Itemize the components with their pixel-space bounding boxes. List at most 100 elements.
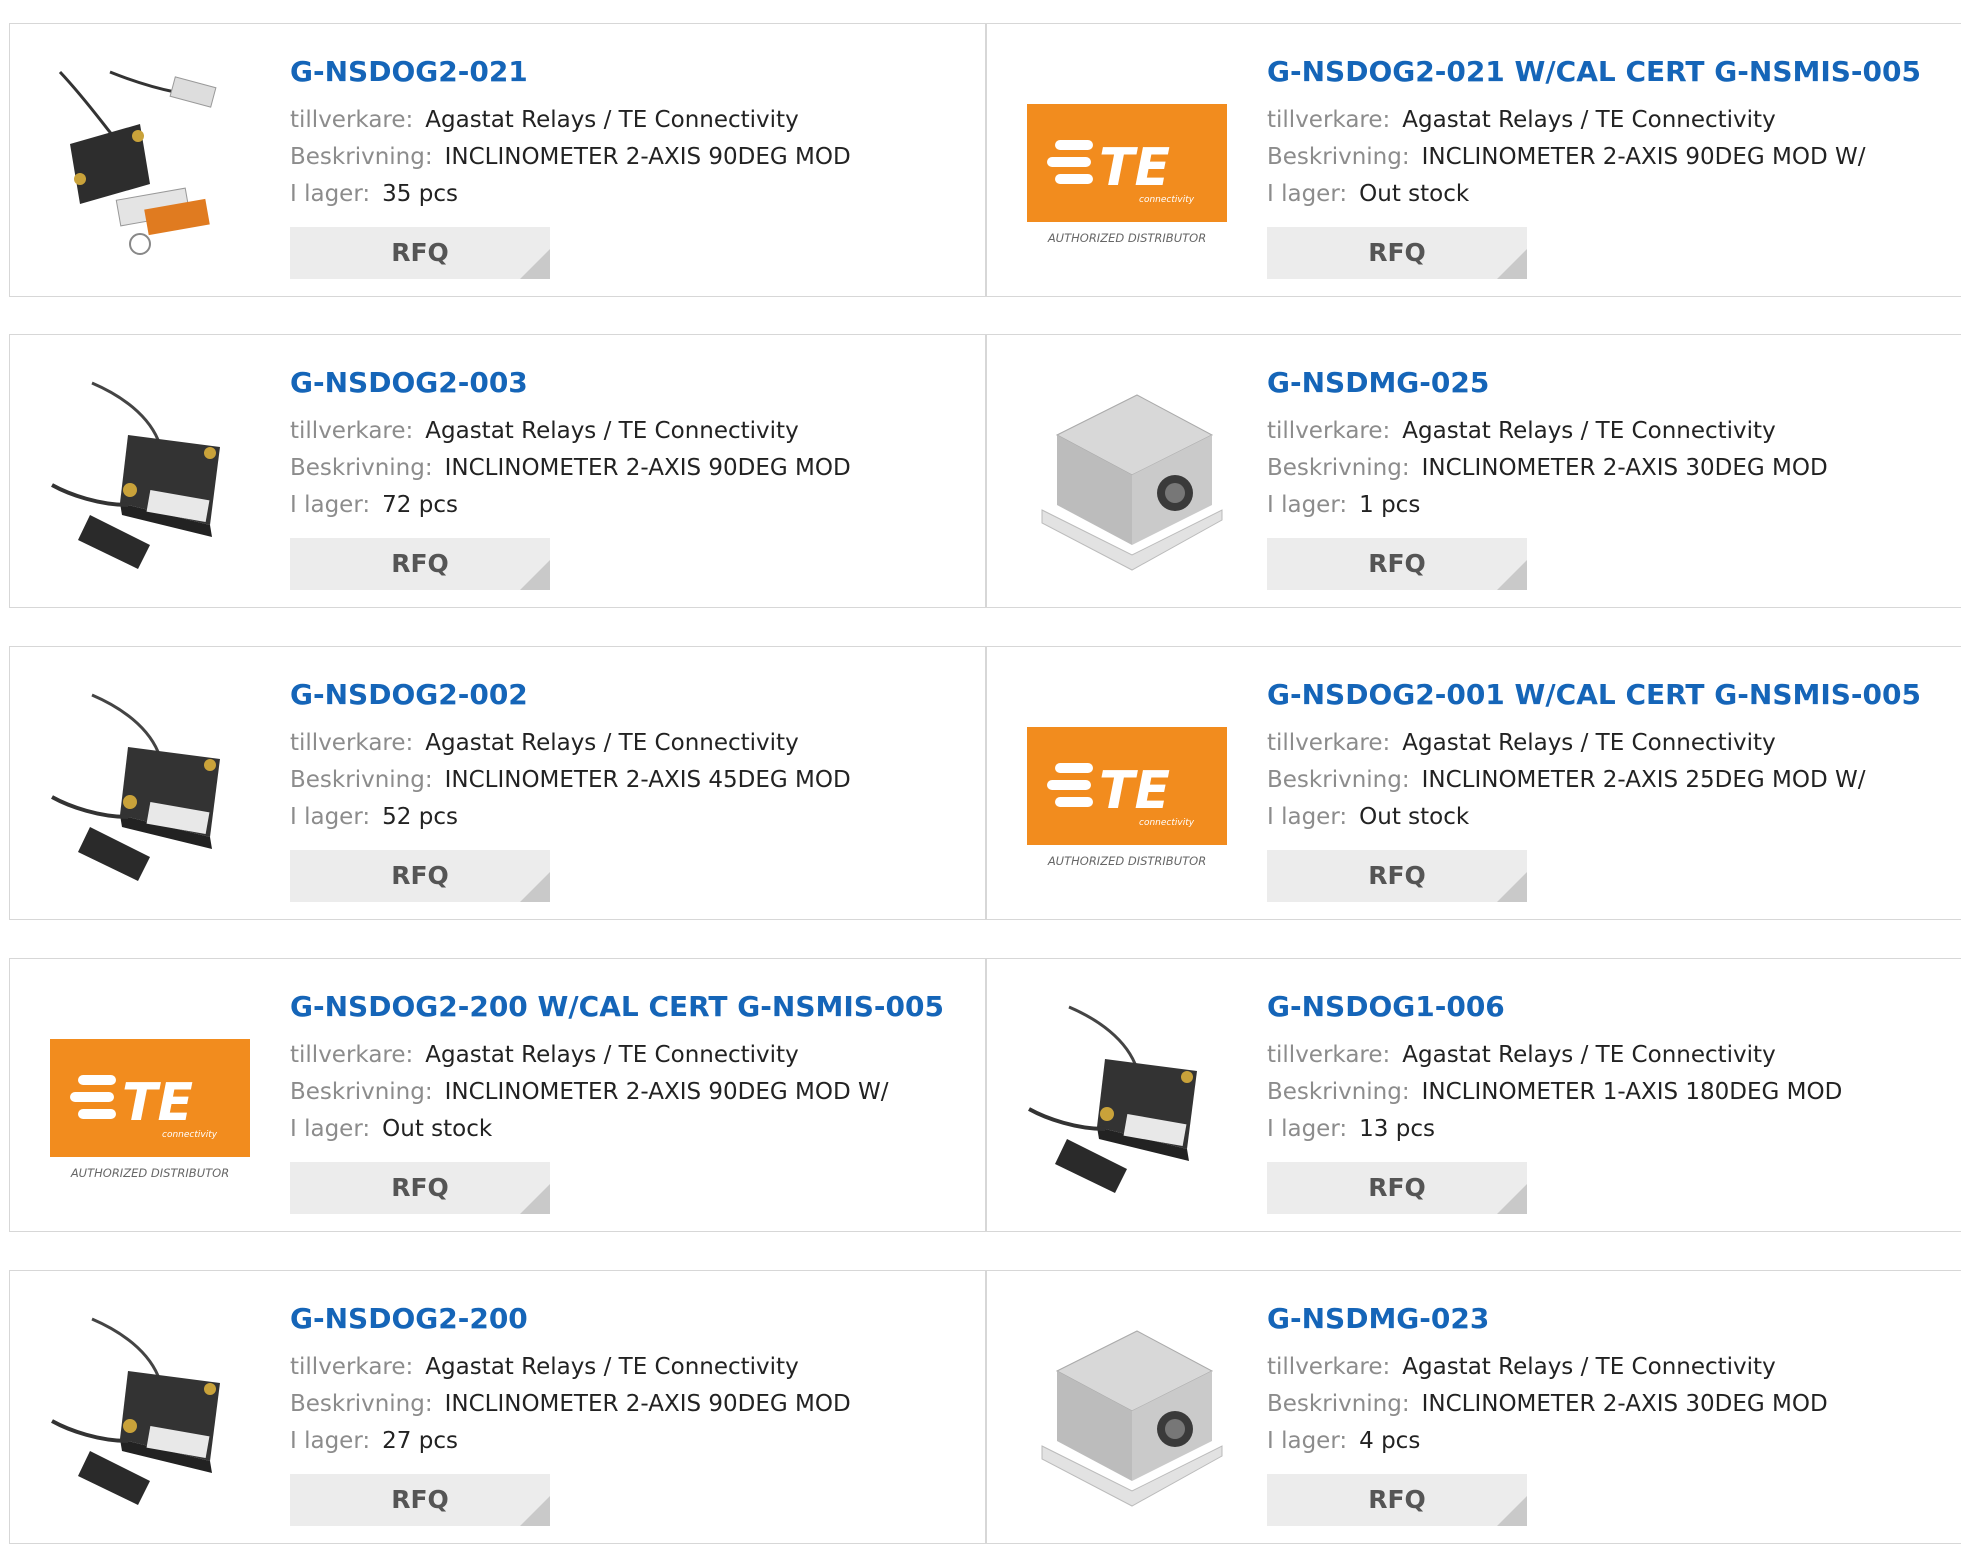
rfq-label: RFQ bbox=[1368, 1485, 1426, 1514]
description-row: Beskrivning: INCLINOMETER 2-AXIS 30DEG MO… bbox=[1267, 1386, 1961, 1423]
product-card: G-NSDOG2-003 tillverkare: Agastat Relays … bbox=[9, 334, 986, 608]
stock-label: I lager: bbox=[1267, 181, 1348, 207]
rfq-button[interactable]: RFQ bbox=[290, 227, 550, 279]
manufacturer-row: tillverkare: Agastat Relays / TE Connecti… bbox=[290, 1037, 975, 1074]
manufacturer-value: Agastat Relays / TE Connectivity bbox=[1402, 418, 1776, 444]
product-image[interactable]: TE connectivity AUTHORIZED DISTRIBUTOR bbox=[1027, 687, 1227, 887]
stock-row: I lager: 4 pcs bbox=[1267, 1423, 1961, 1460]
description-value: INCLINOMETER 2-AXIS 25DEG MOD W/ bbox=[1421, 767, 1866, 793]
stock-label: I lager: bbox=[290, 492, 371, 518]
te-logo: TE connectivity AUTHORIZED DISTRIBUTOR bbox=[1027, 727, 1227, 868]
product-title-link[interactable]: G-NSDOG1-006 bbox=[1267, 989, 1961, 1025]
manufacturer-label: tillverkare: bbox=[1267, 107, 1391, 133]
stock-label: I lager: bbox=[1267, 1116, 1348, 1142]
metal-inclinometer-icon bbox=[1041, 394, 1223, 571]
description-label: Beskrivning: bbox=[290, 1391, 433, 1417]
manufacturer-row: tillverkare: Agastat Relays / TE Connecti… bbox=[1267, 413, 1961, 450]
product-card: G-NSDOG2-200 tillverkare: Agastat Relays … bbox=[9, 1270, 986, 1544]
product-title-link[interactable]: G-NSDOG2-002 bbox=[290, 677, 975, 713]
product-image[interactable]: TE connectivity AUTHORIZED DISTRIBUTOR bbox=[50, 999, 250, 1199]
product-info: G-NSDOG2-003 tillverkare: Agastat Relays … bbox=[290, 365, 975, 590]
product-card: TE connectivity AUTHORIZED DISTRIBUTOR G… bbox=[9, 958, 986, 1232]
description-value: INCLINOMETER 2-AXIS 90DEG MOD W/ bbox=[1421, 144, 1866, 170]
description-label: Beskrivning: bbox=[1267, 455, 1410, 481]
product-title-link[interactable]: G-NSDOG2-021 W/CAL CERT G-NSMIS-005 bbox=[1267, 54, 1961, 90]
manufacturer-row: tillverkare: Agastat Relays / TE Connecti… bbox=[290, 413, 975, 450]
rfq-button[interactable]: RFQ bbox=[290, 1474, 550, 1526]
product-image[interactable] bbox=[1027, 1311, 1227, 1511]
manufacturer-row: tillverkare: Agastat Relays / TE Connecti… bbox=[290, 1349, 975, 1386]
stock-row: I lager: 72 pcs bbox=[290, 487, 975, 524]
product-title-link[interactable]: G-NSDOG2-021 bbox=[290, 54, 975, 90]
description-value: INCLINOMETER 1-AXIS 180DEG MOD bbox=[1421, 1079, 1843, 1105]
rfq-button[interactable]: RFQ bbox=[1267, 850, 1527, 902]
cable-inclinometer-icon bbox=[51, 381, 220, 569]
stock-row: I lager: 13 pcs bbox=[1267, 1111, 1961, 1148]
rfq-corner-decoration bbox=[520, 560, 550, 590]
rfq-corner-decoration bbox=[520, 249, 550, 279]
product-image[interactable] bbox=[1027, 999, 1227, 1199]
stock-value: 35 pcs bbox=[382, 181, 458, 207]
manufacturer-label: tillverkare: bbox=[290, 1042, 414, 1068]
product-title-link[interactable]: G-NSDOG2-003 bbox=[290, 365, 975, 401]
stock-row: I lager: 1 pcs bbox=[1267, 487, 1961, 524]
manufacturer-row: tillverkare: Agastat Relays / TE Connecti… bbox=[290, 725, 975, 762]
manufacturer-label: tillverkare: bbox=[290, 107, 414, 133]
stock-value: 4 pcs bbox=[1359, 1428, 1421, 1454]
te-logo-sub: connectivity bbox=[1139, 195, 1195, 205]
stock-label: I lager: bbox=[1267, 1428, 1348, 1454]
description-row: Beskrivning: INCLINOMETER 2-AXIS 90DEG MO… bbox=[290, 1074, 975, 1111]
te-logo: TE connectivity AUTHORIZED DISTRIBUTOR bbox=[1027, 104, 1227, 245]
product-title-link[interactable]: G-NSDMG-025 bbox=[1267, 365, 1961, 401]
product-title-link[interactable]: G-NSDMG-023 bbox=[1267, 1301, 1961, 1337]
rfq-label: RFQ bbox=[391, 1485, 449, 1514]
product-title-link[interactable]: G-NSDOG2-200 W/CAL CERT G-NSMIS-005 bbox=[290, 989, 975, 1025]
te-logo: TE connectivity AUTHORIZED DISTRIBUTOR bbox=[50, 1039, 250, 1180]
manufacturer-row: tillverkare: Agastat Relays / TE Connecti… bbox=[1267, 1349, 1961, 1386]
product-image[interactable] bbox=[50, 687, 250, 887]
stock-value: 13 pcs bbox=[1359, 1116, 1435, 1142]
rfq-button[interactable]: RFQ bbox=[1267, 227, 1527, 279]
rfq-corner-decoration bbox=[1497, 1496, 1527, 1526]
stock-row: I lager: Out stock bbox=[290, 1111, 975, 1148]
description-value: INCLINOMETER 2-AXIS 45DEG MOD bbox=[444, 767, 851, 793]
manufacturer-label: tillverkare: bbox=[1267, 1354, 1391, 1380]
manufacturer-label: tillverkare: bbox=[1267, 1042, 1391, 1068]
manufacturer-row: tillverkare: Agastat Relays / TE Connecti… bbox=[1267, 725, 1961, 762]
cable-inclinometer-icon bbox=[51, 1317, 220, 1505]
product-info: G-NSDOG2-021 tillverkare: Agastat Relays … bbox=[290, 54, 975, 279]
stock-value: 27 pcs bbox=[382, 1428, 458, 1454]
rfq-label: RFQ bbox=[1368, 549, 1426, 578]
rfq-button[interactable]: RFQ bbox=[290, 538, 550, 590]
manufacturer-label: tillverkare: bbox=[290, 418, 414, 444]
product-info: G-NSDOG2-200 tillverkare: Agastat Relays … bbox=[290, 1301, 975, 1526]
description-value: INCLINOMETER 2-AXIS 90DEG MOD bbox=[444, 1391, 851, 1417]
rfq-button[interactable]: RFQ bbox=[1267, 1162, 1527, 1214]
product-image[interactable] bbox=[50, 1311, 250, 1511]
description-value: INCLINOMETER 2-AXIS 30DEG MOD bbox=[1421, 1391, 1828, 1417]
product-title-link[interactable]: G-NSDOG2-200 bbox=[290, 1301, 975, 1337]
stock-row: I lager: 27 pcs bbox=[290, 1423, 975, 1460]
manufacturer-value: Agastat Relays / TE Connectivity bbox=[425, 107, 799, 133]
product-image[interactable] bbox=[50, 375, 250, 575]
description-row: Beskrivning: INCLINOMETER 2-AXIS 25DEG MO… bbox=[1267, 762, 1961, 799]
rfq-label: RFQ bbox=[1368, 238, 1426, 267]
cable-inclinometer-icon bbox=[51, 693, 220, 881]
product-image[interactable]: TE connectivity AUTHORIZED DISTRIBUTOR bbox=[1027, 64, 1227, 264]
manufacturer-value: Agastat Relays / TE Connectivity bbox=[1402, 1354, 1776, 1380]
rfq-button[interactable]: RFQ bbox=[1267, 1474, 1527, 1526]
te-logo-caption: AUTHORIZED DISTRIBUTOR bbox=[1047, 231, 1206, 245]
rfq-button[interactable]: RFQ bbox=[290, 1162, 550, 1214]
product-title-link[interactable]: G-NSDOG2-001 W/CAL CERT G-NSMIS-005 bbox=[1267, 677, 1961, 713]
te-logo-sub: connectivity bbox=[162, 1130, 218, 1140]
product-info: G-NSDOG2-021 W/CAL CERT G-NSMIS-005 till… bbox=[1267, 54, 1961, 279]
product-image[interactable] bbox=[50, 64, 250, 264]
description-row: Beskrivning: INCLINOMETER 2-AXIS 30DEG MO… bbox=[1267, 450, 1961, 487]
description-row: Beskrivning: INCLINOMETER 2-AXIS 45DEG MO… bbox=[290, 762, 975, 799]
rfq-button[interactable]: RFQ bbox=[1267, 538, 1527, 590]
description-label: Beskrivning: bbox=[290, 767, 433, 793]
description-row: Beskrivning: INCLINOMETER 1-AXIS 180DEG M… bbox=[1267, 1074, 1961, 1111]
description-row: Beskrivning: INCLINOMETER 2-AXIS 90DEG MO… bbox=[1267, 139, 1961, 176]
product-image[interactable] bbox=[1027, 375, 1227, 575]
rfq-button[interactable]: RFQ bbox=[290, 850, 550, 902]
